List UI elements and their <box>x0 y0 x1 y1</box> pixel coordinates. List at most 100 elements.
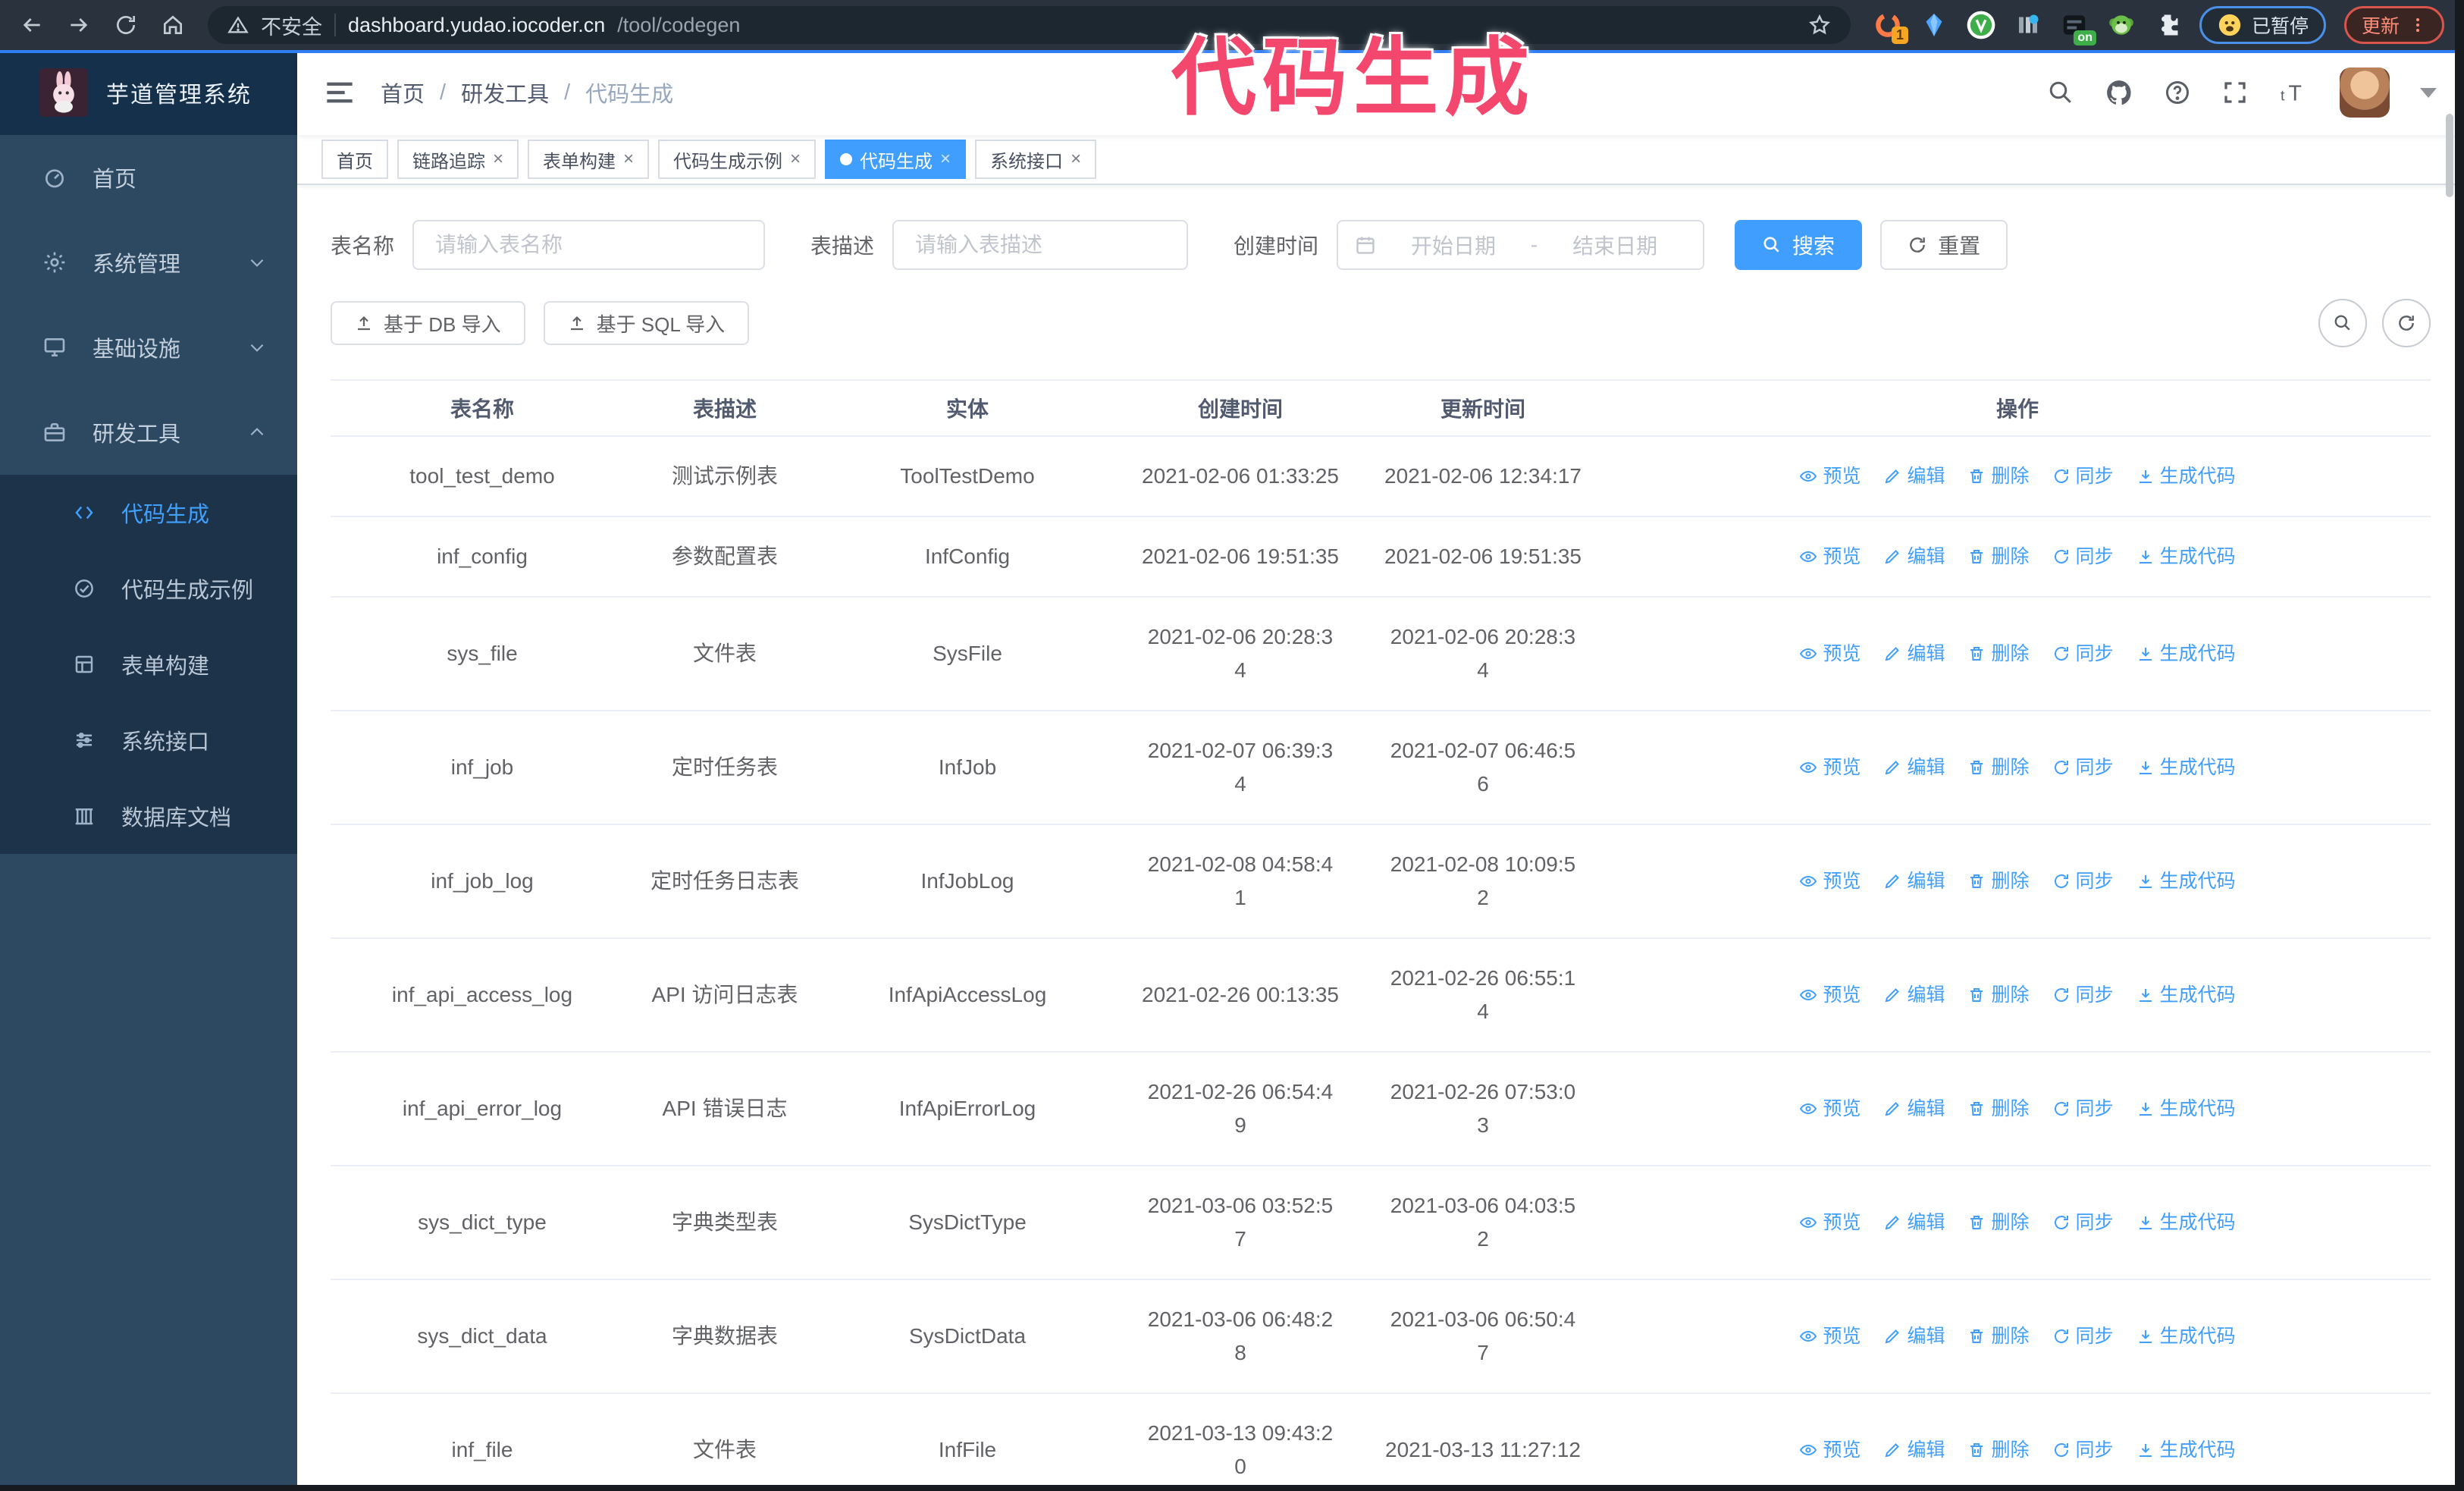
github-icon[interactable] <box>2105 78 2133 107</box>
edit-button[interactable]: 编辑 <box>1883 1433 1945 1467</box>
hamburger-icon[interactable] <box>324 80 355 105</box>
preview-button[interactable]: 预览 <box>1799 1433 1861 1467</box>
sync-button[interactable]: 同步 <box>2052 637 2114 670</box>
sync-button[interactable]: 同步 <box>2052 978 2114 1012</box>
generate-code-button[interactable]: 生成代码 <box>2136 637 2236 670</box>
bookmark-star-icon[interactable] <box>1808 14 1831 36</box>
edit-button[interactable]: 编辑 <box>1883 460 1945 493</box>
sidebar-item-codegen[interactable]: 代码生成 <box>0 475 297 551</box>
edit-button[interactable]: 编辑 <box>1883 1092 1945 1125</box>
delete-button[interactable]: 删除 <box>1967 1320 2030 1353</box>
sidebar-item-system-management[interactable]: 系统管理 <box>0 220 297 305</box>
table-desc-input[interactable] <box>892 220 1189 270</box>
generate-code-button[interactable]: 生成代码 <box>2136 540 2236 573</box>
url-host[interactable]: dashboard.yudao.iocoder.cn <box>348 14 605 37</box>
start-date-placeholder[interactable]: 开始日期 <box>1382 230 1525 260</box>
generate-code-button[interactable]: 生成代码 <box>2136 1433 2236 1467</box>
sync-button[interactable]: 同步 <box>2052 1320 2114 1353</box>
edit-button[interactable]: 编辑 <box>1883 1320 1945 1353</box>
scrollbar-thumb[interactable] <box>2446 114 2453 197</box>
sync-button[interactable]: 同步 <box>2052 751 2114 784</box>
preview-button[interactable]: 预览 <box>1799 460 1861 493</box>
avatar-caret-down-icon[interactable] <box>2420 87 2437 98</box>
sync-button[interactable]: 同步 <box>2052 1433 2114 1467</box>
tab-close-icon[interactable]: × <box>493 150 503 168</box>
app-logo-area[interactable]: 芋道管理系统 <box>0 50 297 135</box>
forward-icon[interactable] <box>67 13 91 37</box>
edit-button[interactable]: 编辑 <box>1883 1206 1945 1239</box>
sidebar-item-infrastructure[interactable]: 基础设施 <box>0 305 297 390</box>
delete-button[interactable]: 删除 <box>1967 1092 2030 1125</box>
generate-code-button[interactable]: 生成代码 <box>2136 1092 2236 1125</box>
tab-close-icon[interactable]: × <box>790 150 801 168</box>
tab[interactable]: 表单构建 × <box>528 140 650 179</box>
sidebar-item-home[interactable]: 首页 <box>0 135 297 220</box>
import-sql-button[interactable]: 基于 SQL 导入 <box>543 301 750 345</box>
tab[interactable]: 首页 <box>321 140 388 179</box>
edit-button[interactable]: 编辑 <box>1883 978 1945 1012</box>
toggle-search-button[interactable] <box>2318 299 2367 347</box>
sidebar-item-codegen-example[interactable]: 代码生成示例 <box>0 551 297 626</box>
reload-icon[interactable] <box>114 13 138 37</box>
import-db-button[interactable]: 基于 DB 导入 <box>331 301 525 345</box>
delete-button[interactable]: 删除 <box>1967 1206 2030 1239</box>
url-path[interactable]: /tool/codegen <box>617 14 740 37</box>
preview-button[interactable]: 预览 <box>1799 1320 1861 1353</box>
generate-code-button[interactable]: 生成代码 <box>2136 1320 2236 1353</box>
search-button[interactable]: 搜索 <box>1735 220 1863 270</box>
tab-close-icon[interactable]: × <box>1071 150 1081 168</box>
address-bar[interactable]: 不安全 dashboard.yudao.iocoder.cn/tool/code… <box>208 6 1851 44</box>
sync-button[interactable]: 同步 <box>2052 865 2114 898</box>
sync-button[interactable]: 同步 <box>2052 460 2114 493</box>
font-size-icon[interactable]: tT <box>2279 79 2309 106</box>
tab[interactable]: 系统接口 × <box>975 140 1097 179</box>
generate-code-button[interactable]: 生成代码 <box>2136 751 2236 784</box>
home-icon[interactable] <box>161 13 185 37</box>
delete-button[interactable]: 删除 <box>1967 460 2030 493</box>
fullscreen-icon[interactable] <box>2221 79 2249 106</box>
preview-button[interactable]: 预览 <box>1799 978 1861 1012</box>
delete-button[interactable]: 删除 <box>1967 865 2030 898</box>
puzzle-extension-icon[interactable] <box>2154 11 2181 39</box>
monkey-extension-icon[interactable] <box>2107 11 2136 39</box>
tab[interactable]: 代码生成示例 × <box>658 140 817 179</box>
preview-button[interactable]: 预览 <box>1799 540 1861 573</box>
delete-button[interactable]: 删除 <box>1967 1433 2030 1467</box>
delete-button[interactable]: 删除 <box>1967 540 2030 573</box>
sidebar-item-db-docs[interactable]: 数据库文档 <box>0 778 297 854</box>
preview-button[interactable]: 预览 <box>1799 1092 1861 1125</box>
table-name-input[interactable] <box>412 220 766 270</box>
update-button[interactable]: 更新 <box>2343 6 2444 44</box>
generate-code-button[interactable]: 生成代码 <box>2136 1206 2236 1239</box>
tab[interactable]: 链路追踪 × <box>397 140 519 179</box>
delete-button[interactable]: 删除 <box>1967 751 2030 784</box>
sync-button[interactable]: 同步 <box>2052 1092 2114 1125</box>
generate-code-button[interactable]: 生成代码 <box>2136 978 2236 1012</box>
sidebar-item-dev-tools[interactable]: 研发工具 <box>0 390 297 475</box>
extension-icon[interactable]: 1 <box>1873 11 1908 44</box>
edit-button[interactable]: 编辑 <box>1883 540 1945 573</box>
refresh-table-button[interactable] <box>2382 299 2431 347</box>
shield-extension-icon[interactable] <box>1966 10 1996 40</box>
tab-close-icon[interactable]: × <box>940 150 951 168</box>
sidebar-item-system-api[interactable]: 系统接口 <box>0 702 297 778</box>
generate-code-button[interactable]: 生成代码 <box>2136 460 2236 493</box>
preview-button[interactable]: 预览 <box>1799 865 1861 898</box>
sync-button[interactable]: 同步 <box>2052 540 2114 573</box>
tab-close-icon[interactable]: × <box>623 150 634 168</box>
back-icon[interactable] <box>20 13 44 37</box>
edit-button[interactable]: 编辑 <box>1883 637 1945 670</box>
search-icon[interactable] <box>2047 79 2074 106</box>
edit-button[interactable]: 编辑 <box>1883 751 1945 784</box>
date-range-picker[interactable]: 开始日期 - 结束日期 <box>1337 220 1705 270</box>
gem-extension-icon[interactable] <box>1920 11 1948 39</box>
delete-button[interactable]: 删除 <box>1967 978 2030 1012</box>
avatar[interactable] <box>2340 67 2390 118</box>
dark-extension-icon[interactable]: on <box>2060 11 2096 46</box>
paused-badge[interactable]: 已暂停 <box>2199 6 2326 44</box>
end-date-placeholder[interactable]: 结束日期 <box>1544 230 1686 260</box>
preview-button[interactable]: 预览 <box>1799 1206 1861 1239</box>
preview-button[interactable]: 预览 <box>1799 637 1861 670</box>
reset-button[interactable]: 重置 <box>1880 220 2008 270</box>
sidebar-item-form-builder[interactable]: 表单构建 <box>0 626 297 702</box>
